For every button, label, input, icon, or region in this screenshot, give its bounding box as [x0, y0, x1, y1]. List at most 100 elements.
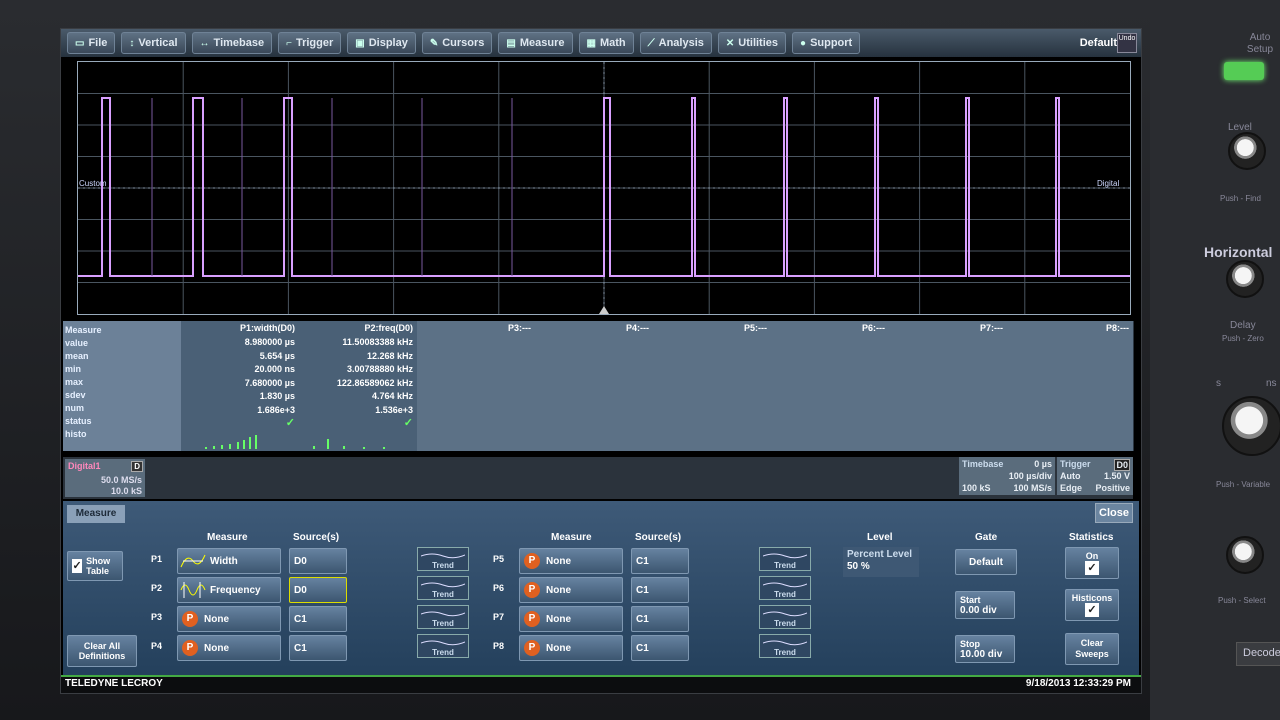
front-panel-controls: Auto Setup Level Push - Find Horizontal … — [1150, 0, 1280, 720]
gate-default-button[interactable]: Default — [955, 549, 1017, 575]
timebase-knob[interactable] — [1222, 396, 1280, 456]
menu-analysis-button[interactable]: ⟋ Analysis — [639, 32, 712, 54]
nanoseconds-label: ns — [1266, 378, 1277, 389]
status-check-icon: ✓ — [285, 417, 295, 429]
source-select-p2[interactable]: D0 — [289, 577, 347, 603]
horizontal-delay-knob[interactable] — [1226, 260, 1264, 298]
menu-bar: ▭ File ↕ Vertical ↔ Timebase ⌐ Trigger ▣ Disp… — [61, 29, 1141, 57]
trend-button-p6[interactable]: Trend — [759, 576, 811, 600]
waveform-graticule[interactable] — [77, 61, 1131, 315]
menu-trigger-button[interactable]: ⌐ Trigger — [278, 32, 342, 54]
horizontal-section-label: Horizontal — [1204, 244, 1273, 260]
statistics-on-toggle[interactable]: On ✓ — [1065, 547, 1119, 579]
menu-timebase-button[interactable]: ↔ Timebase — [191, 32, 273, 54]
measurement-column-p8[interactable]: P8:--- — [1007, 321, 1134, 451]
measure-select-p6[interactable]: P None — [519, 577, 623, 603]
source-select-p4[interactable]: C1 — [289, 635, 347, 661]
source-select-p5[interactable]: C1 — [631, 548, 689, 574]
measure-select-p5[interactable]: P None — [519, 548, 623, 574]
trigger-level-knob[interactable] — [1228, 132, 1266, 170]
decode-button[interactable]: Decode — [1236, 642, 1280, 666]
measurement-column-p1[interactable]: P1:width(D0) 8.980000 µs 5.654 µs 20.000… — [181, 321, 300, 451]
parameter-icon: P — [524, 582, 540, 598]
close-button[interactable]: Close — [1095, 503, 1133, 523]
trend-button-p7[interactable]: Trend — [759, 605, 811, 629]
parameter-icon: P — [524, 611, 540, 627]
source-select-p8[interactable]: C1 — [631, 635, 689, 661]
param-label-p1: P1 — [151, 554, 163, 564]
histicons-toggle[interactable]: Histicons ✓ — [1065, 589, 1119, 621]
measurement-column-p7[interactable]: P7:--- — [889, 321, 1008, 451]
measurement-column-p6[interactable]: P6:--- — [771, 321, 890, 451]
source-select-p7[interactable]: C1 — [631, 606, 689, 632]
measure-icon: ▤ — [506, 37, 516, 49]
gate-start-field[interactable]: Start 0.00 div — [955, 591, 1015, 619]
menu-file-button[interactable]: ▭ File — [67, 32, 116, 54]
source-select-p6[interactable]: C1 — [631, 577, 689, 603]
sources-column-header-right: Source(s) — [635, 532, 682, 543]
measurement-column-p5[interactable]: P5:--- — [653, 321, 772, 451]
menu-cursors-button[interactable]: ✎ Cursors — [421, 32, 493, 54]
checkbox-icon: ✓ — [1085, 603, 1099, 617]
gate-stop-field[interactable]: Stop 10.00 div — [955, 635, 1015, 663]
measurement-column-p2[interactable]: P2:freq(D0) 11.50083388 kHz 12.268 kHz 3… — [299, 321, 418, 451]
footer-divider — [61, 675, 1141, 677]
measure-select-p7[interactable]: P None — [519, 606, 623, 632]
push-zero-label: Push - Zero — [1222, 334, 1264, 343]
trend-icon — [421, 582, 465, 588]
measure-select-p1[interactable]: Width — [177, 548, 281, 574]
trigger-descriptor[interactable]: Trigger D0 Auto 1.50 V Edge Positive — [1057, 457, 1133, 495]
percent-level-field[interactable]: Percent Level 50 % — [843, 547, 919, 577]
measure-select-p4[interactable]: P None — [177, 635, 281, 661]
menu-math-button[interactable]: ▦ Math — [578, 32, 634, 54]
measurement-column-p4[interactable]: P4:--- — [535, 321, 654, 451]
status-check-icon: ✓ — [403, 417, 413, 429]
parameter-icon: P — [524, 553, 540, 569]
default-setup-label[interactable]: Default — [1080, 37, 1117, 49]
digital-channel-descriptor[interactable]: Digital1 D 50.0 MS/s 10.0 kS — [65, 459, 145, 497]
trend-icon — [763, 553, 807, 559]
measure-select-p3[interactable]: P None — [177, 606, 281, 632]
source-select-p3[interactable]: C1 — [289, 606, 347, 632]
trend-button-p8[interactable]: Trend — [759, 634, 811, 658]
param-label-p2: P2 — [151, 583, 163, 593]
parameter-icon: P — [524, 640, 540, 656]
menu-utilities-button[interactable]: ✕ Utilities — [717, 32, 787, 54]
menu-display-button[interactable]: ▣ Display — [347, 32, 416, 54]
measure-select-p2[interactable]: Frequency — [177, 577, 281, 603]
brand-logo-text: TELEDYNE LECROY — [65, 678, 163, 689]
parameter-icon: P — [182, 640, 198, 656]
source-select-p1[interactable]: D0 — [289, 548, 347, 574]
measure-select-p8[interactable]: P None — [519, 635, 623, 661]
trend-button-p3[interactable]: Trend — [417, 605, 469, 629]
trend-button-p5[interactable]: Trend — [759, 547, 811, 571]
menu-vertical-button[interactable]: ↕ Vertical — [121, 32, 186, 54]
channel-label-right: Digital — [1097, 179, 1120, 188]
param-label-p5: P5 — [493, 554, 505, 564]
timebase-descriptor[interactable]: Timebase 0 µs 100 µs/div 100 kS 100 MS/s — [959, 457, 1055, 495]
adjust-knob[interactable] — [1226, 536, 1264, 574]
analysis-icon: ⟋ — [647, 37, 655, 49]
auto-setup-button[interactable] — [1224, 62, 1264, 80]
menu-measure-button[interactable]: ▤ Measure — [498, 32, 573, 54]
cursors-icon: ✎ — [429, 37, 439, 49]
clear-all-definitions-button[interactable]: Clear All Definitions — [67, 635, 137, 667]
push-find-label: Push - Find — [1220, 194, 1261, 203]
clear-sweeps-button[interactable]: Clear Sweeps — [1065, 633, 1119, 665]
checkbox-icon: ✓ — [1085, 561, 1099, 575]
trend-button-p1[interactable]: Trend — [417, 547, 469, 571]
show-table-checkbox[interactable]: ✓ Show Table — [67, 551, 123, 581]
oscilloscope-screen: ▭ File ↕ Vertical ↔ Timebase ⌐ Trigger ▣ Disp… — [60, 28, 1142, 694]
auto-setup-label: Auto Setup — [1246, 32, 1274, 55]
menu-support-button[interactable]: ● Support — [792, 32, 861, 54]
tab-measure[interactable]: Measure — [67, 505, 125, 523]
trend-icon — [421, 640, 465, 646]
undo-button[interactable]: Undo — [1117, 33, 1137, 53]
trend-button-p2[interactable]: Trend — [417, 576, 469, 600]
measurement-column-p3[interactable]: P3:--- — [417, 321, 536, 451]
trend-button-p4[interactable]: Trend — [417, 634, 469, 658]
statistics-column-header: Statistics — [1069, 532, 1114, 543]
trigger-icon: ⌐ — [286, 37, 292, 49]
push-select-label: Push - Select — [1218, 596, 1266, 605]
histicon-p1 — [205, 435, 257, 449]
